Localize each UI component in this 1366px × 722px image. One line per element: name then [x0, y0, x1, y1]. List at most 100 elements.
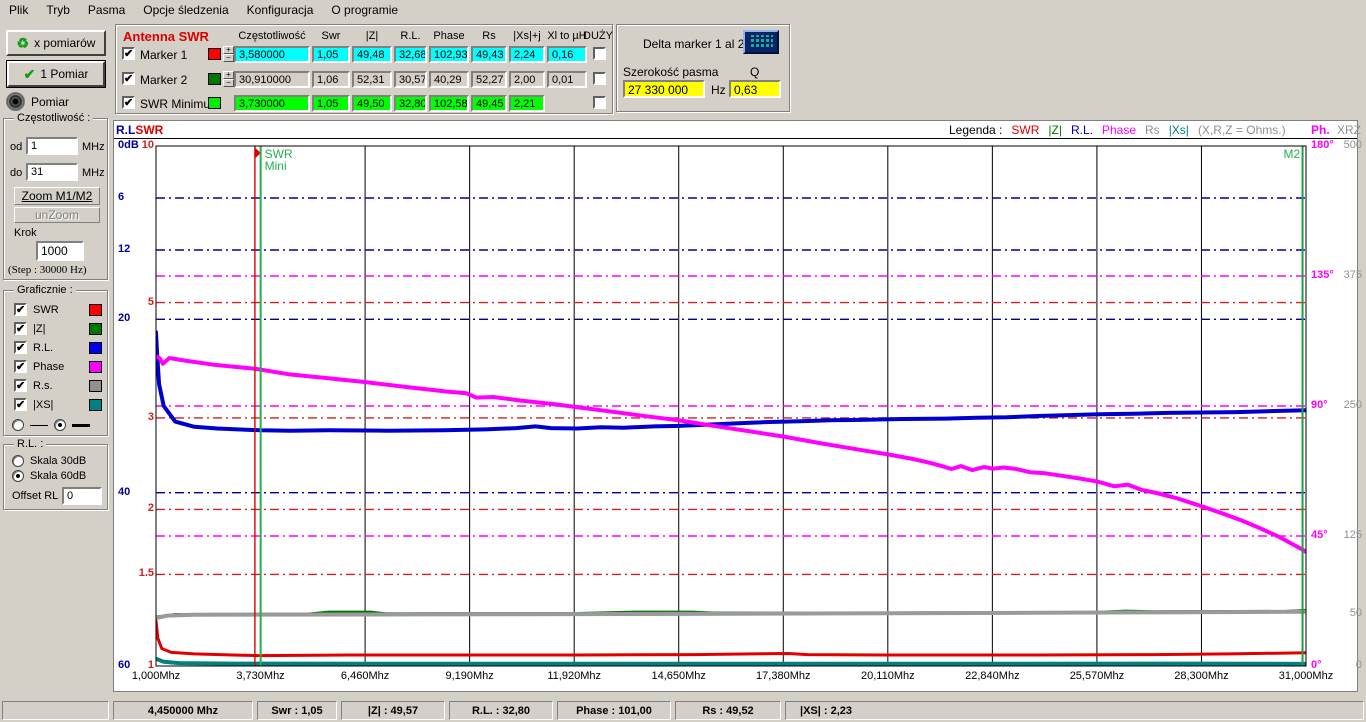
cell-freq[interactable]: 3,580000	[234, 46, 310, 63]
graficznie-row-rl: ✔ R.L.	[14, 341, 102, 354]
skala-30db-radio[interactable]	[12, 455, 24, 467]
q-label: Q	[750, 65, 759, 79]
antenna-swr-title: Antenna SWR	[123, 29, 209, 44]
cell-xs[interactable]: 2,24	[509, 46, 545, 63]
marker-row-label: SWR Minimu	[140, 97, 210, 111]
offset-rl-input[interactable]	[62, 487, 102, 505]
color-swatch	[89, 342, 102, 354]
freq-to-input[interactable]	[26, 163, 78, 181]
graficznie-checkbox[interactable]: ✔	[14, 379, 27, 392]
chart-plot[interactable]: SWRMiniM2	[114, 121, 1359, 693]
od-label: od	[10, 141, 22, 153]
xrz-axis-label: 500	[1331, 139, 1362, 151]
cell-swr[interactable]: 1,05	[312, 46, 350, 63]
freq-from-input[interactable]	[26, 137, 78, 155]
x-pomiarow-button[interactable]: ♻ x pomiarów	[6, 30, 106, 56]
marker-visible-checkbox[interactable]: ✔	[122, 96, 135, 109]
cell-rl[interactable]: 32,80	[394, 95, 427, 112]
cell-phase[interactable]: 40,29	[429, 71, 469, 88]
cell-xs[interactable]: 2,21	[509, 95, 545, 112]
unzoom-button[interactable]: unZoom	[14, 207, 100, 223]
frequency-group-title: Częstotliwość :	[14, 112, 93, 124]
skala-60db-radio[interactable]	[12, 470, 24, 482]
cell-swr[interactable]: 1,06	[312, 71, 350, 88]
color-swatch	[89, 304, 102, 316]
graficznie-label: R.L.	[33, 342, 53, 354]
cell-z[interactable]: 49,48	[352, 46, 392, 63]
cell-rs[interactable]: 52,27	[471, 71, 507, 88]
unzoom-label: unZoom	[35, 208, 79, 222]
bandwidth-value[interactable]: 27 330 000	[623, 80, 705, 98]
column-header-duzy: DUŻY	[578, 30, 618, 42]
cell-phase[interactable]: 102,58	[429, 95, 469, 112]
check-icon: ✔	[124, 47, 133, 60]
cell-swr[interactable]: 1,05	[312, 95, 350, 112]
check-icon: ✔	[16, 341, 25, 354]
line-thin-radio[interactable]	[12, 419, 24, 431]
table-row: ✔ SWR Minimu 3,7300001,0549,5032,80102,584…	[116, 95, 612, 115]
calculator-icon[interactable]	[743, 30, 779, 54]
cell-rl[interactable]: 30,57	[394, 71, 427, 88]
graficznie-checkbox[interactable]: ✔	[14, 341, 27, 354]
column-header-phase: Phase	[429, 30, 469, 42]
duzy-checkbox[interactable]	[593, 47, 606, 60]
marker-spinner[interactable]: +−	[223, 71, 234, 88]
menu-item-3[interactable]: Pasma	[79, 1, 134, 19]
graficznie-checkbox[interactable]: ✔	[14, 398, 27, 411]
menu-item-4[interactable]: Opcje śledzenia	[134, 1, 237, 19]
column-header-xs: |Xs|+j	[509, 30, 545, 42]
graficznie-checkbox[interactable]: ✔	[14, 322, 27, 335]
cell-rs[interactable]: 49,43	[471, 46, 507, 63]
spin-down-icon[interactable]: −	[223, 79, 234, 87]
delta-panel: Delta marker 1 al 2 Szerokość pasma 27 3…	[616, 24, 790, 112]
x-tick-label: 1,000Mhz	[114, 670, 198, 682]
cell-freq[interactable]: 3,730000	[234, 95, 310, 112]
swr-axis-label: 3	[122, 411, 154, 423]
cell-z[interactable]: 49,50	[352, 95, 392, 112]
cell-rs[interactable]: 49,45	[471, 95, 507, 112]
cell-freq[interactable]: 30,910000	[234, 71, 310, 88]
graficznie-group: Graficznie : ✔SWR✔|Z|✔R.L.✔Phase✔R.s.✔|X…	[3, 290, 108, 436]
rl-axis-label: 6	[118, 191, 124, 203]
spin-down-icon[interactable]: −	[223, 54, 234, 62]
cell-xl[interactable]: 0,01	[547, 71, 587, 88]
duzy-checkbox[interactable]	[593, 72, 606, 85]
xrz-axis-label: 250	[1331, 399, 1362, 411]
graficznie-checkbox[interactable]: ✔	[14, 303, 27, 316]
do-unit: MHz	[82, 167, 105, 179]
cell-xl[interactable]: 0,16	[547, 46, 587, 63]
cell-xs[interactable]: 2,00	[509, 71, 545, 88]
menu-item-2[interactable]: Tryb	[37, 1, 79, 19]
check-icon: ✔	[16, 398, 25, 411]
one-pomiar-label: 1 Pomiar	[40, 67, 88, 81]
duzy-checkbox[interactable]	[593, 96, 606, 109]
menu-item-1[interactable]: Plik	[0, 1, 37, 19]
rl-group-title: R.L. :	[14, 438, 46, 450]
q-value[interactable]: 0,63	[729, 80, 781, 98]
zoom-m1m2-button[interactable]: Zoom M1/M2	[14, 187, 100, 205]
x-tick-label: 3,730Mhz	[219, 670, 303, 682]
cell-rl[interactable]: 32,68	[394, 46, 427, 63]
column-header-swr: Swr	[312, 30, 350, 42]
menu-item-6[interactable]: O programie	[322, 1, 407, 19]
one-pomiar-button[interactable]: ✔ 1 Pomiar	[6, 60, 106, 88]
skala-60-row[interactable]: Skala 60dB	[12, 470, 104, 482]
cell-phase[interactable]: 102,93	[429, 46, 469, 63]
marker-spinner[interactable]: +−	[223, 46, 234, 63]
graficznie-checkbox[interactable]: ✔	[14, 360, 27, 373]
refresh-icon: ♻	[17, 37, 30, 49]
marker-visible-checkbox[interactable]: ✔	[122, 47, 135, 60]
xrz-axis-label: 50	[1331, 607, 1362, 619]
line-thick-radio[interactable]	[54, 419, 66, 431]
check-icon: ✔	[24, 68, 36, 80]
status-cell-3: |Z| : 49,57	[341, 701, 445, 720]
menu-item-5[interactable]: Konfiguracja	[238, 1, 323, 19]
color-swatch	[89, 380, 102, 392]
graficznie-group-title: Graficznie :	[14, 284, 76, 296]
pomiar-indicator[interactable]: Pomiar	[6, 92, 69, 111]
chart-panel: R.LSWR Legenda :SWR|Z|R.L.PhaseRs|Xs|(X,…	[113, 120, 1358, 692]
krok-input[interactable]	[36, 241, 84, 261]
cell-z[interactable]: 52,31	[352, 71, 392, 88]
marker-visible-checkbox[interactable]: ✔	[122, 72, 135, 85]
skala-30-row[interactable]: Skala 30dB	[12, 455, 104, 467]
